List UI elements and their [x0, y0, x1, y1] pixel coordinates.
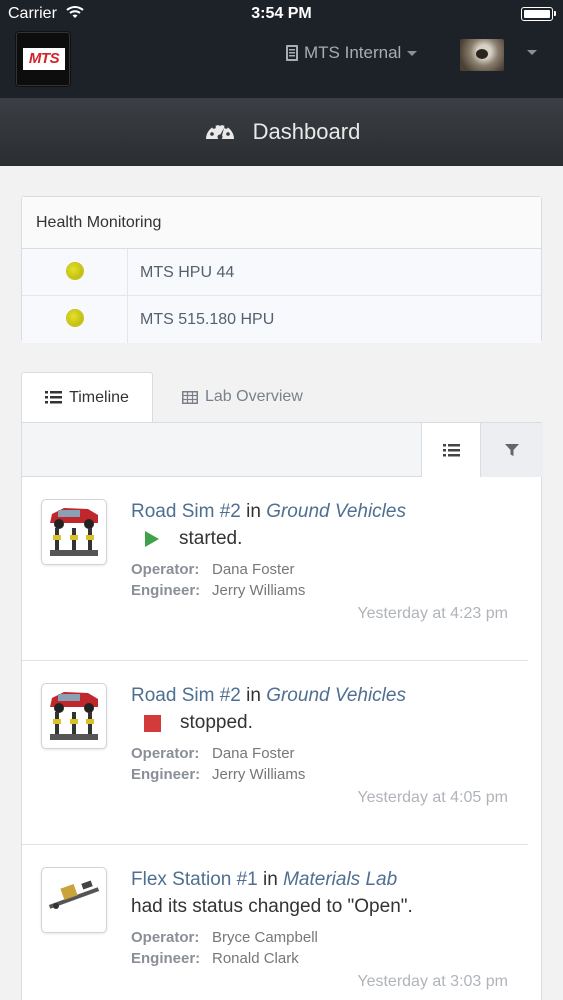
road-sim-thumbnail [41, 683, 107, 749]
device-link[interactable]: Road Sim #2 [131, 501, 241, 522]
status-indicator [67, 263, 83, 279]
clock: 3:54 PM [251, 5, 312, 22]
timeline-state: had its status changed to "Open". [131, 896, 413, 917]
health-panel: Health Monitoring MTS HPU 44 MTS 515.180… [21, 196, 542, 343]
timeline-title: Road Sim #2 in Ground Vehicles [131, 501, 406, 522]
stop-icon [144, 714, 161, 732]
org-selector[interactable]: MTS Internal [286, 43, 418, 63]
road-sim-thumbnail [41, 499, 107, 565]
list-icon [442, 443, 460, 456]
flex-station-thumbnail [41, 867, 107, 933]
engineer-line: Engineer: Ronald Clark [131, 950, 299, 967]
building-icon [286, 45, 298, 61]
timeline-toolbar [22, 423, 543, 477]
battery-icon [521, 7, 556, 21]
chevron-down-icon [407, 50, 418, 56]
status-indicator [67, 310, 83, 326]
timestamp: Yesterday at 4:05 pm [357, 789, 508, 806]
tab-label: Timeline [69, 388, 129, 406]
chevron-down-icon[interactable] [527, 50, 537, 55]
timestamp: Yesterday at 3:03 pm [357, 973, 508, 990]
timeline-title: Flex Station #1 in Materials Lab [131, 869, 398, 890]
engineer-line: Engineer: Jerry Williams [131, 582, 306, 599]
timeline-state: started. [131, 528, 242, 550]
top-bar: Carrier 3:54 PM MTS MTS Internal [0, 0, 563, 98]
timestamp: Yesterday at 4:23 pm [357, 605, 508, 622]
avatar[interactable] [460, 39, 504, 71]
timeline-item[interactable]: Road Sim #2 in Ground Vehicles started. … [22, 477, 528, 661]
operator-line: Operator: Dana Foster [131, 745, 295, 762]
lab-link[interactable]: Materials Lab [283, 869, 397, 890]
play-icon [145, 531, 159, 547]
filter-icon [505, 444, 519, 456]
org-name: MTS Internal [304, 43, 402, 62]
timeline-item[interactable]: Road Sim #2 in Ground Vehicles stopped. … [22, 661, 528, 845]
logo-text: MTS [23, 48, 65, 70]
timeline-title: Road Sim #2 in Ground Vehicles [131, 685, 406, 706]
tab-label: Lab Overview [205, 388, 303, 405]
speedometer-icon [205, 122, 234, 140]
tab-timeline[interactable]: Timeline [21, 372, 153, 422]
list-icon [45, 391, 63, 404]
mts-logo[interactable]: MTS [16, 32, 70, 86]
engineer-line: Engineer: Jerry Williams [131, 766, 306, 783]
operator-line: Operator: Dana Foster [131, 561, 295, 578]
health-row[interactable]: MTS 515.180 HPU [22, 296, 541, 343]
device-link[interactable]: Flex Station #1 [131, 869, 258, 890]
health-item-label: MTS 515.180 HPU [140, 311, 275, 328]
timeline-state: stopped. [131, 712, 253, 734]
page-title: Dashboard [252, 119, 361, 144]
dashboard-header: Dashboard [0, 98, 563, 166]
lab-link[interactable]: Ground Vehicles [266, 685, 406, 706]
operator-line: Operator: Bryce Campbell [131, 929, 318, 946]
lab-link[interactable]: Ground Vehicles [266, 501, 406, 522]
timeline-item[interactable]: Flex Station #1 in Materials Lab had its… [22, 845, 528, 1000]
timeline-card: Road Sim #2 in Ground Vehicles started. … [21, 422, 543, 1000]
tab-lab-overview[interactable]: Lab Overview [182, 372, 303, 422]
status-bar: Carrier 3:54 PM [0, 0, 563, 28]
device-link[interactable]: Road Sim #2 [131, 685, 241, 706]
health-row[interactable]: MTS HPU 44 [22, 249, 541, 296]
panel-title: Health Monitoring [22, 197, 541, 249]
table-icon [182, 390, 198, 404]
list-view-button[interactable] [421, 423, 480, 477]
health-item-label: MTS HPU 44 [140, 264, 235, 281]
filter-button[interactable] [480, 423, 543, 477]
